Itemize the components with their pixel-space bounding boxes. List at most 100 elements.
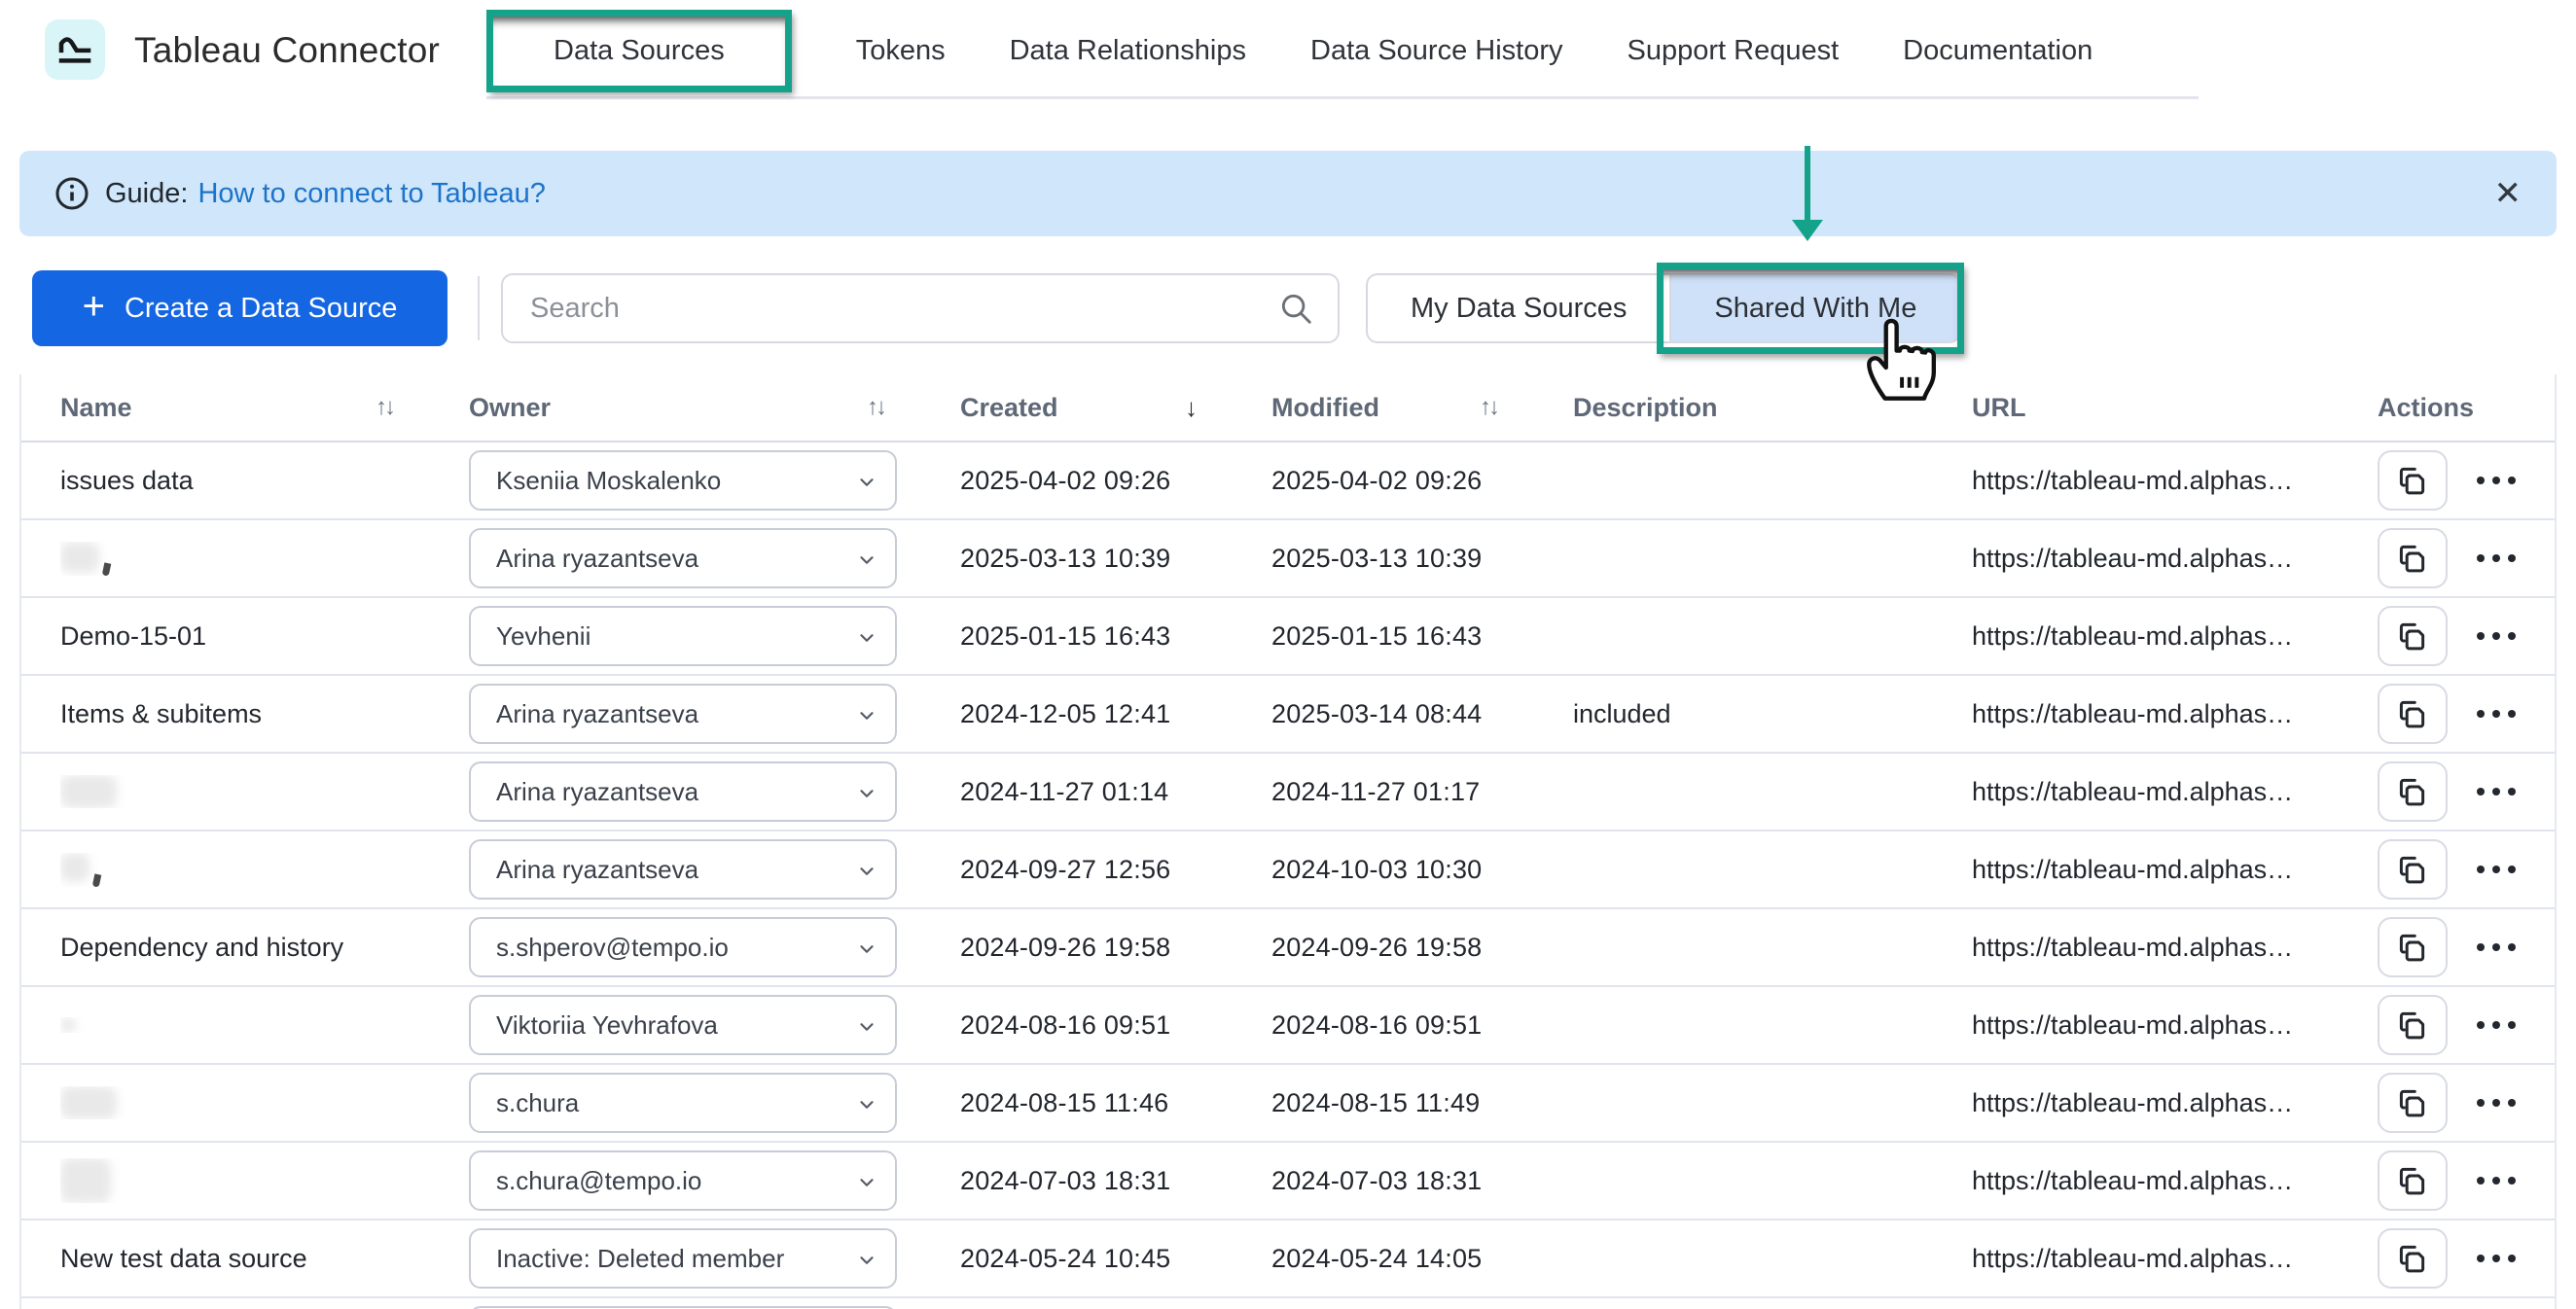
copy-url-button[interactable]: [2378, 995, 2448, 1055]
column-header-modified[interactable]: Modified↑↓: [1271, 393, 1573, 423]
url-cell: https://tableau-md.alphas…: [1972, 621, 2378, 652]
owner-dropdown[interactable]: Inactive: Deleted member: [469, 1228, 897, 1289]
copy-url-button[interactable]: [2378, 839, 2448, 900]
name-cell: [60, 853, 469, 887]
sort-icon[interactable]: ↑↓: [376, 394, 393, 421]
search-input[interactable]: [501, 273, 1340, 343]
copy-url-button[interactable]: [2378, 761, 2448, 822]
copy-url-button[interactable]: [2378, 917, 2448, 977]
redacted-name: [60, 542, 99, 573]
chevron-down-icon: [856, 472, 877, 493]
filter-button-my-data-sources[interactable]: My Data Sources: [1366, 273, 1669, 343]
sort-desc-icon[interactable]: ↓: [1185, 393, 1198, 423]
url-cell: https://tableau-md.alphas…: [1972, 544, 2378, 574]
owner-value: Arina ryazantseva: [496, 777, 698, 807]
owner-dropdown[interactable]: Viktoriia Yevhrafova: [469, 995, 897, 1055]
nav-tab-documentation[interactable]: Documentation: [1903, 35, 2093, 67]
more-actions-button[interactable]: [2477, 1177, 2516, 1185]
annotation-arrow-line: [1805, 146, 1810, 222]
table-row: Arina ryazantseva 2025-03-13 10:39 2025-…: [21, 520, 2555, 598]
owner-cell: s.chura@tempo.io: [469, 1150, 960, 1211]
redacted-name: [60, 775, 117, 808]
close-icon[interactable]: ✕: [2494, 177, 2522, 210]
more-actions-button[interactable]: [2477, 554, 2516, 562]
name-cell: [60, 1086, 469, 1119]
guide-link[interactable]: How to connect to Tableau?: [197, 178, 545, 210]
copy-icon: [2396, 619, 2429, 653]
modified-cell: 2025-03-14 08:44: [1271, 699, 1573, 729]
copy-icon: [2396, 931, 2429, 964]
owner-cell: Kseniia Moskalenko: [469, 450, 960, 511]
owner-dropdown[interactable]: s.shperov@tempo.io: [469, 917, 897, 977]
copy-url-button[interactable]: [2378, 1150, 2448, 1211]
column-header-created[interactable]: Created↓: [960, 393, 1271, 423]
url-cell: https://tableau-md.alphas…: [1972, 1010, 2378, 1041]
owner-cell: Yevhenii: [469, 606, 960, 666]
created-cell: 2024-08-15 11:46: [960, 1088, 1271, 1118]
name-cell: [60, 1158, 469, 1203]
nav-tab-tokens[interactable]: Tokens: [856, 35, 946, 67]
more-actions-button[interactable]: [2477, 710, 2516, 718]
more-actions-button[interactable]: [2477, 1099, 2516, 1107]
search-icon: [1277, 290, 1314, 327]
copy-url-button[interactable]: [2378, 684, 2448, 744]
created-cell: 2024-08-16 09:51: [960, 1010, 1271, 1041]
owner-dropdown[interactable]: Arina ryazantseva: [469, 839, 897, 900]
url-cell: https://tableau-md.alphas…: [1972, 777, 2378, 807]
copy-icon: [2396, 697, 2429, 730]
create-data-source-button[interactable]: + Create a Data Source: [32, 270, 447, 346]
redacted-name: [60, 1086, 117, 1119]
actions-cell: [2378, 450, 2555, 511]
nav-tab-data-relationships[interactable]: Data Relationships: [1010, 35, 1246, 67]
modified-cell: 2024-10-03 10:30: [1271, 855, 1573, 885]
copy-url-button[interactable]: [2378, 1228, 2448, 1289]
modified-cell: 2025-01-15 16:43: [1271, 621, 1573, 652]
page-title: Tableau Connector: [134, 0, 440, 101]
search-box: [501, 273, 1340, 343]
nav-tab-data-source-history[interactable]: Data Source History: [1310, 35, 1563, 67]
copy-icon: [2396, 775, 2429, 808]
owner-dropdown[interactable]: Yevhenii: [469, 606, 897, 666]
sort-icon[interactable]: ↑↓: [1480, 394, 1497, 421]
table-row: issues data Kseniia Moskalenko 2025-04-0…: [21, 442, 2555, 520]
nav-tab-support-request[interactable]: Support Request: [1628, 35, 1840, 67]
chevron-down-icon: [856, 549, 877, 571]
owner-dropdown[interactable]: Arina ryazantseva: [469, 761, 897, 822]
owner-dropdown[interactable]: s.chura@tempo.io: [469, 1150, 897, 1211]
banner-text: Guide:: [105, 178, 188, 210]
copy-url-button[interactable]: [2378, 450, 2448, 511]
line-chart-icon: [54, 29, 95, 70]
modified-cell: 2025-04-02 09:26: [1271, 466, 1573, 496]
more-actions-button[interactable]: [2477, 1255, 2516, 1262]
copy-icon: [2396, 853, 2429, 886]
owner-cell: s.shperov@tempo.io: [469, 917, 960, 977]
more-actions-button[interactable]: [2477, 1021, 2516, 1029]
owner-value: s.chura: [496, 1088, 579, 1118]
owner-dropdown[interactable]: s.chura: [469, 1073, 897, 1133]
name-cell: issues data: [60, 466, 469, 496]
copy-icon: [2396, 464, 2429, 497]
more-actions-button[interactable]: [2477, 477, 2516, 484]
copy-url-button[interactable]: [2378, 1073, 2448, 1133]
owner-value: Kseniia Moskalenko: [496, 466, 721, 496]
info-icon: [54, 176, 89, 211]
more-actions-button[interactable]: [2477, 866, 2516, 873]
sort-icon[interactable]: ↑↓: [867, 394, 884, 421]
owner-value: Yevhenii: [496, 621, 590, 652]
column-header-name[interactable]: Name↑↓: [60, 393, 469, 423]
data-sources-table: Name↑↓Owner↑↓Created↓Modified↑↓Descripti…: [19, 374, 2557, 1309]
more-actions-button[interactable]: [2477, 632, 2516, 640]
actions-cell: [2378, 684, 2555, 744]
redacted-name: [60, 1017, 76, 1033]
nav-tab-data-sources[interactable]: Data Sources: [486, 10, 792, 92]
more-actions-button[interactable]: [2477, 943, 2516, 951]
url-cell: https://tableau-md.alphas…: [1972, 466, 2378, 496]
redacted-name-mark: [92, 873, 102, 887]
owner-dropdown[interactable]: Kseniia Moskalenko: [469, 450, 897, 511]
owner-dropdown[interactable]: Arina ryazantseva: [469, 684, 897, 744]
more-actions-button[interactable]: [2477, 788, 2516, 796]
copy-url-button[interactable]: [2378, 528, 2448, 588]
owner-dropdown[interactable]: Arina ryazantseva: [469, 528, 897, 588]
copy-url-button[interactable]: [2378, 606, 2448, 666]
column-header-owner[interactable]: Owner↑↓: [469, 393, 960, 423]
